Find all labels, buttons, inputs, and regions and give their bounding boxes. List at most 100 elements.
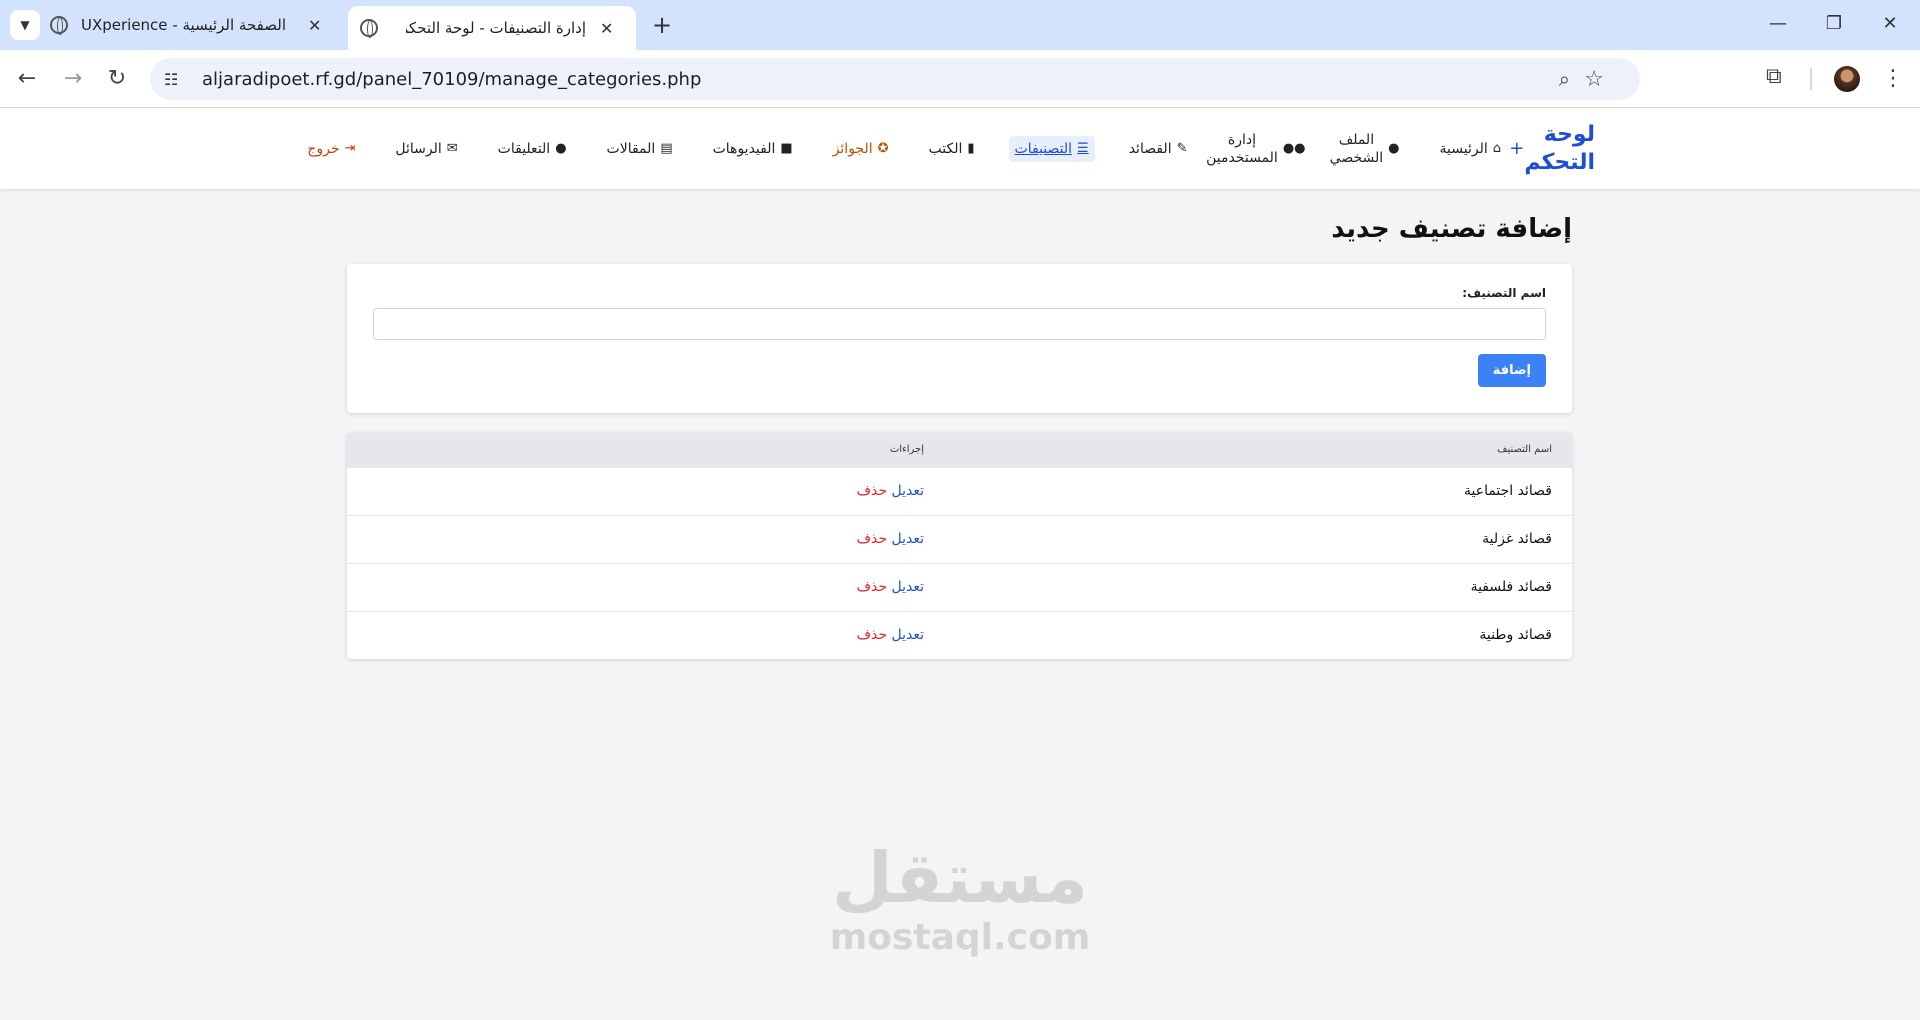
forward-icon[interactable]: →	[58, 64, 88, 94]
brand-title: لوحة التحكم	[1524, 121, 1595, 175]
nav-label: التعليقات	[497, 140, 551, 157]
comments-icon: ●	[555, 140, 567, 156]
newspaper-icon: ▤	[660, 140, 673, 156]
add-category-button[interactable]: إضافة	[1477, 354, 1546, 387]
restore-icon[interactable]: ❐	[1814, 8, 1854, 40]
video-icon: ■	[780, 140, 793, 156]
category-name-label: اسم التصنيف:	[1462, 286, 1546, 300]
table-row: قصائد وطنية تعديل حذف	[347, 610, 1572, 659]
actions-cell: تعديل حذف	[347, 466, 944, 515]
extensions-icon[interactable]: ⧉	[1766, 64, 1782, 89]
new-tab-button[interactable]: +	[652, 10, 672, 40]
edit-link[interactable]: تعديل	[887, 483, 924, 499]
close-tab-icon[interactable]: ✕	[308, 16, 321, 35]
main-content: إضافة تصنيف جديد اسم التصنيف: إضافة اسم …	[347, 214, 1572, 659]
top-navigation: لوحة التحكم + ⌂ الرئيسية ● الملف الشخصي …	[0, 108, 1920, 189]
globe-icon	[50, 16, 68, 35]
nav-label: الرسائل	[395, 140, 442, 157]
feather-icon: ✎	[1176, 140, 1188, 156]
nav-awards[interactable]: ✪ الجوائز	[827, 136, 895, 162]
nav-videos[interactable]: ■ الفيديوهات	[707, 136, 799, 162]
nav-label: الرئيسية	[1439, 140, 1488, 157]
nav-articles[interactable]: ▤ المقالات	[601, 136, 679, 162]
browser-tab-categories[interactable]: إدارة التصنيفات - لوحة التحكم ✕	[348, 6, 636, 50]
nav-logout[interactable]: ⇥ خروج	[301, 136, 361, 162]
close-tab-icon[interactable]: ✕	[600, 19, 613, 38]
home-icon: ⌂	[1492, 140, 1501, 156]
nav-home[interactable]: ⌂ الرئيسية	[1434, 136, 1508, 162]
address-bar[interactable]: ☷ aljaradipoet.rf.gd/panel_70109/manage_…	[150, 58, 1640, 100]
brand-logo[interactable]: لوحة التحكم +	[1509, 121, 1595, 177]
category-name-cell: قصائد اجتماعية	[944, 466, 1572, 515]
envelope-icon: ✉	[446, 140, 458, 156]
list-icon: ☰	[1077, 140, 1089, 156]
category-name-input[interactable]	[373, 308, 1546, 340]
zoom-icon[interactable]: ⌕	[1559, 67, 1570, 91]
nav-label: التصنيفات	[1014, 140, 1073, 157]
bookmark-star-icon[interactable]: ☆	[1584, 67, 1604, 92]
profile-avatar[interactable]	[1834, 66, 1860, 92]
browser-tab-home[interactable]: الصفحة الرئيسية - UXperience ✕	[50, 6, 340, 44]
tab-title: إدارة التصنيفات - لوحة التحكم	[406, 19, 586, 37]
users-icon: ●●	[1282, 140, 1306, 156]
category-name-cell: قصائد غزلية	[944, 514, 1572, 563]
tab-search-button[interactable]: ▼	[10, 10, 40, 40]
delete-link[interactable]: حذف	[857, 627, 888, 643]
delete-link[interactable]: حذف	[857, 531, 888, 547]
table-header-row: اسم التصنيف إجراءات	[347, 433, 1572, 467]
nav-categories[interactable]: ☰ التصنيفات	[1008, 135, 1095, 162]
table-row: قصائد فلسفية تعديل حذف	[347, 562, 1572, 611]
nav-label: المقالات	[606, 140, 656, 157]
browser-menu-icon[interactable]: ⋮	[1882, 64, 1904, 94]
site-settings-icon[interactable]: ☷	[164, 70, 188, 89]
table-row: قصائد غزلية تعديل حذف	[347, 514, 1572, 563]
user-icon: ●	[1388, 140, 1400, 156]
table-row: قصائد اجتماعية تعديل حذف	[347, 466, 1572, 515]
nav-label: الملف الشخصي	[1329, 131, 1384, 166]
award-icon: ✪	[877, 140, 889, 156]
url-text: aljaradipoet.rf.gd/panel_70109/manage_ca…	[202, 68, 702, 90]
reload-icon[interactable]: ↻	[102, 64, 132, 94]
category-name-cell: قصائد فلسفية	[944, 562, 1572, 611]
actions-cell: تعديل حذف	[347, 562, 944, 611]
nav-profile[interactable]: ● الملف الشخصي	[1330, 127, 1406, 171]
category-name-cell: قصائد وطنية	[944, 610, 1572, 659]
chevron-down-icon: ▼	[20, 18, 30, 32]
page-title: إضافة تصنيف جديد	[1331, 214, 1572, 244]
nav-label: الجوائز	[832, 140, 873, 157]
watermark-logo: مستقل	[831, 837, 1089, 919]
edit-link[interactable]: تعديل	[887, 579, 924, 595]
edit-link[interactable]: تعديل	[887, 531, 924, 547]
minimize-icon[interactable]: —	[1758, 8, 1798, 40]
nav-label: القصائد	[1128, 140, 1172, 157]
plus-icon: +	[1509, 137, 1525, 159]
nav-poems[interactable]: ✎ القصائد	[1123, 136, 1194, 162]
actions-cell: تعديل حذف	[347, 610, 944, 659]
categories-table: اسم التصنيف إجراءات قصائد اجتماعية تعديل…	[347, 433, 1572, 659]
nav-comments[interactable]: ● التعليقات	[492, 136, 573, 162]
edit-link[interactable]: تعديل	[887, 627, 924, 643]
nav-label: خروج	[307, 140, 340, 157]
nav-messages[interactable]: ✉ الرسائل	[389, 136, 463, 162]
globe-icon	[360, 19, 378, 38]
actions-cell: تعديل حذف	[347, 514, 944, 563]
logout-icon: ⇥	[344, 140, 356, 156]
page: لوحة التحكم + ⌂ الرئيسية ● الملف الشخصي …	[0, 108, 1920, 1020]
add-category-form: اسم التصنيف: إضافة	[347, 264, 1572, 413]
tab-title: الصفحة الرئيسية - UXperience	[80, 16, 286, 34]
back-icon[interactable]: ←	[12, 64, 42, 94]
nav-label: الفيديوهات	[712, 140, 776, 157]
browser-tab-bar: ▼ الصفحة الرئيسية - UXperience ✕ إدارة ا…	[0, 0, 1920, 50]
nav-books[interactable]: ▮ الكتب	[923, 136, 981, 162]
delete-link[interactable]: حذف	[857, 579, 888, 595]
nav-label: الكتب	[928, 140, 963, 157]
book-icon: ▮	[967, 140, 975, 156]
close-window-icon[interactable]: ✕	[1870, 8, 1910, 40]
nav-users[interactable]: ●● إدارة المستخدمين	[1206, 127, 1312, 171]
address-bar-row: ← → ↻ ☷ aljaradipoet.rf.gd/panel_70109/m…	[0, 50, 1920, 108]
column-header-name: اسم التصنيف	[944, 433, 1572, 467]
column-header-actions: إجراءات	[347, 433, 944, 467]
delete-link[interactable]: حذف	[857, 483, 888, 499]
nav-label: إدارة المستخدمين	[1206, 131, 1278, 166]
watermark-text: mostaql.com	[829, 917, 1091, 958]
